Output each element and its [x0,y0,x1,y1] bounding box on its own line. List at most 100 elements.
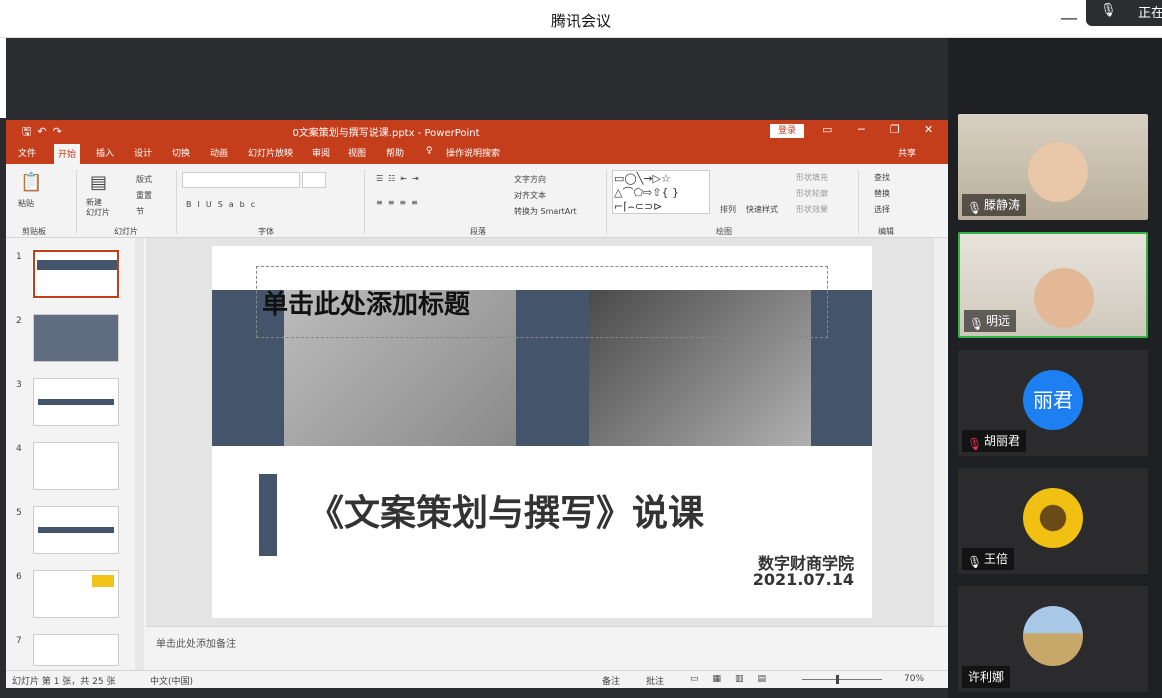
section-button[interactable]: 节 [136,206,144,217]
minimize-button[interactable]: — [1058,8,1080,30]
new-slide-button[interactable]: 新建 幻灯片 [86,198,110,218]
divider [364,170,365,234]
slide-thumbnail-7[interactable] [33,634,119,666]
replace-button[interactable]: 替换 [874,188,890,199]
close-icon[interactable]: ✕ [924,123,933,136]
participant-tile-3[interactable]: 丽君 🎙 胡丽君 [958,350,1148,456]
window-titlebar: 腾讯会议 — [0,0,1162,38]
avatar [1023,488,1083,548]
slide-thumbnail-6[interactable] [33,570,119,618]
list-buttons[interactable]: ☰☷⇤⇥ [376,174,424,183]
document-title: 0文案策划与撰写说课.pptx - PowerPoint [292,128,480,139]
divider [606,170,607,234]
share-button[interactable]: 共享 [898,146,916,159]
font-size-box[interactable] [302,172,326,188]
mic-status-text: 正在 [1138,6,1162,21]
shapes-gallery[interactable]: ▭◯╲→▷☆ △⌒⬠⇨⇧{ } ⌐⌈⌢⊂⊃⊳ [612,170,710,214]
lightbulb-icon: ♀ [426,146,433,156]
view-buttons[interactable]: ▭▦▥▤ [690,674,780,684]
slide-thumbnail-1[interactable] [32,249,120,299]
minimize-icon[interactable]: ─ [858,123,865,136]
text-direction-button[interactable]: 文字方向 [514,174,546,185]
slide-thumbnail-2[interactable] [33,314,119,362]
notes-button[interactable]: 备注 [602,674,620,687]
language-indicator[interactable]: 中文(中国) [150,674,193,687]
thumb-number: 2 [16,316,22,326]
tab-transitions[interactable]: 切换 [172,146,190,159]
powerpoint-window: 🖫↶↷ 0文案策划与撰写说课.pptx - PowerPoint 登录 ▭ ─ … [6,120,948,688]
comments-button[interactable]: 批注 [646,674,664,687]
quick-styles-button[interactable]: 快速样式 [746,204,778,215]
slide-scrollbar[interactable] [934,238,946,626]
tab-design[interactable]: 设计 [134,146,152,159]
tab-help[interactable]: 帮助 [386,146,404,159]
participant-tile-2[interactable]: 🎙 明远 [958,232,1148,338]
group-font: 字体 [258,227,274,236]
slide-thumbnail-4[interactable] [33,442,119,490]
thumbnail-scrollbar[interactable] [135,238,144,670]
participant-label: 🎙 明远 [964,310,1017,332]
thumb-number: 3 [16,380,22,390]
login-button[interactable]: 登录 [770,124,804,138]
tab-file[interactable]: 文件 [18,146,36,159]
slide-thumbnail-3[interactable] [33,378,119,426]
participant-tile-5[interactable]: 许利娜 [958,586,1148,692]
align-buttons[interactable]: ≡≡≡≡ [376,198,423,207]
current-slide[interactable]: 单击此处添加标题 《文案策划与撰写》说课 数字财商学院 2021.07.14 [212,246,872,618]
microphone-icon: 🎙 [1100,3,1117,18]
restore-icon[interactable]: ❐ [890,123,900,136]
tab-slideshow[interactable]: 幻灯片放映 [248,146,293,159]
microphone-icon: 🎙 [967,201,983,215]
group-clipboard: 剪贴板 [22,227,46,236]
paste-button[interactable]: 粘贴 [18,198,34,209]
participant-label: 🎙 滕静涛 [962,194,1027,216]
thumb-number: 5 [16,508,22,518]
find-button[interactable]: 查找 [874,172,890,183]
shape-fill-button[interactable]: 形状填充 [796,172,828,183]
participant-tile-4[interactable]: 🎙 王倍 [958,468,1148,574]
thumb-band [37,260,117,270]
slide-thumbnail-5[interactable] [33,506,119,554]
font-format-buttons[interactable]: BIUSabc [186,200,261,209]
participant-tile-1[interactable]: 🎙 滕静涛 [958,114,1148,220]
avatar [1023,606,1083,666]
thumb-number: 4 [16,444,22,454]
smartart-button[interactable]: 转换为 SmartArt [514,206,577,217]
tab-review[interactable]: 审阅 [312,146,330,159]
tab-home[interactable]: 开始 [54,144,81,164]
new-slide-icon: ▤ [90,172,108,193]
tab-animations[interactable]: 动画 [210,146,228,159]
shape-outline-button[interactable]: 形状轮廓 [796,188,828,199]
align-text-button[interactable]: 对齐文本 [514,190,546,201]
title-placeholder-text: 单击此处添加标题 [262,290,471,320]
arrange-button[interactable]: 排列 [720,204,736,215]
ribbon-display-icon[interactable]: ▭ [822,123,832,136]
slide-count: 幻灯片 第 1 张，共 25 张 [12,677,116,687]
thumb-number: 7 [16,636,22,646]
zoom-slider-thumb[interactable] [836,675,839,684]
tab-view[interactable]: 视图 [348,146,366,159]
reset-button[interactable]: 重置 [136,190,152,201]
tell-me-search[interactable]: 操作说明搜索 [446,146,500,159]
thumb-number: 6 [16,572,22,582]
zoom-level[interactable]: 70% [904,674,924,684]
slide-date[interactable]: 2021.07.14 [753,570,854,589]
slide-title[interactable]: 《文案策划与撰写》说课 [308,484,704,536]
shape-effects-button[interactable]: 形状效果 [796,204,828,215]
window-title: 腾讯会议 [550,12,611,30]
mic-status-pill[interactable]: 🎙 正在 [1086,0,1162,26]
participant-name: 胡丽君 [984,434,1021,448]
ribbon: 粘贴 📋 剪贴板 ▤ 新建 幻灯片 版式 重置 节 幻灯片 BIUSabc 字体… [6,164,948,238]
video-face [1028,142,1088,202]
participant-name: 许利娜 [968,670,1005,684]
tab-insert[interactable]: 插入 [96,146,114,159]
divider [858,170,859,234]
layout-button[interactable]: 版式 [136,174,152,185]
notes-pane[interactable]: 单击此处添加备注 [146,626,948,670]
font-name-box[interactable] [182,172,300,188]
thumbnail-pane: 1 2 3 4 5 6 7 [6,238,146,670]
select-button[interactable]: 选择 [874,204,890,215]
participant-label: 🎙 胡丽君 [962,430,1027,452]
participant-name: 滕静涛 [984,198,1021,212]
zoom-slider[interactable] [802,679,882,680]
